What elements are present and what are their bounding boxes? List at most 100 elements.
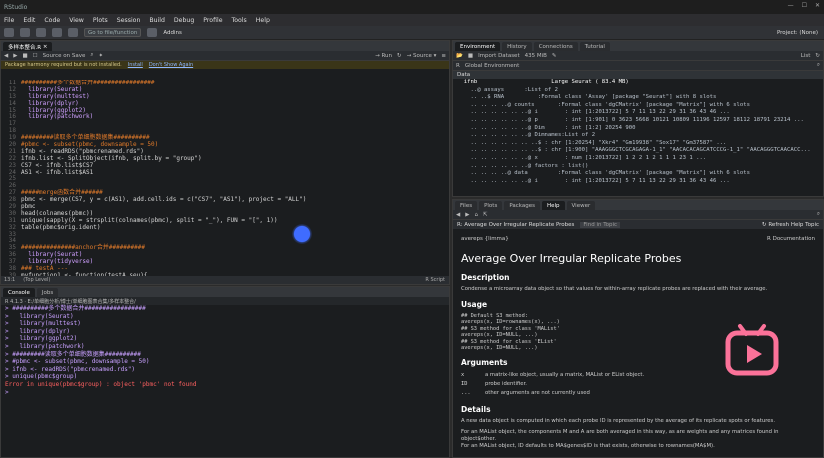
run-button[interactable]: → Run (375, 53, 392, 59)
help-search-input[interactable]: ⌕ (817, 211, 820, 218)
help-topic-select[interactable]: R: Average Over Irregular Replicate Prob… (457, 222, 574, 228)
code-line[interactable]: 16 library(patchwork) (1, 114, 449, 121)
help-toolbar: ◀ ▶ ⌂ ⇱ ⌕ (453, 210, 823, 220)
code-area[interactable]: 11 ##########多个数据合并################# 12 li… (1, 80, 449, 276)
help-details-2: For an MAList object, the components M a… (461, 429, 779, 443)
env-row[interactable]: ifnb Large Seurat ( 83.4 MB) (453, 79, 823, 87)
goto-file-input[interactable]: Go to file/function (84, 28, 142, 37)
tab-history[interactable]: History (502, 42, 532, 51)
dont-show-link[interactable]: Don't Show Again (149, 62, 193, 68)
help-home-icon[interactable]: ⌂ (474, 212, 478, 218)
refresh-env-icon[interactable]: ↻ (815, 53, 820, 59)
grid-icon[interactable] (147, 28, 158, 37)
menu-build[interactable]: Build (149, 17, 165, 24)
data-section-header: Data (453, 71, 823, 79)
new-file-icon[interactable] (4, 28, 14, 37)
help-forward-icon[interactable]: ▶ (465, 212, 469, 218)
help-description-heading: Description (461, 273, 510, 282)
minimize-icon[interactable]: — (788, 2, 794, 9)
save-script-icon[interactable]: ■ (22, 53, 27, 59)
addins-menu[interactable]: Addins (163, 30, 182, 36)
open-file-icon[interactable] (20, 28, 30, 37)
tab-plots[interactable]: Plots (479, 201, 503, 210)
mouse-cursor-highlight (292, 224, 312, 244)
outline-icon[interactable]: ≡ (441, 53, 446, 59)
tab-connections[interactable]: Connections (533, 42, 578, 51)
save-env-icon[interactable]: ■ (468, 53, 473, 59)
find-in-topic-input[interactable]: Find in Topic (580, 221, 621, 228)
close-tab-icon[interactable]: × (43, 44, 48, 50)
env-scope-select[interactable]: Global Environment (465, 63, 519, 69)
maximize-icon[interactable]: ☐ (802, 2, 807, 9)
env-row: .. .. .. .. .. ..@ Dim : int [1:2] 20254… (457, 124, 636, 131)
code-text: library(patchwork) (21, 113, 94, 121)
menu-file[interactable]: File (4, 17, 14, 24)
code-line[interactable]: 28 pbmc <- merge(CS7, y = c(AS1), add.cel… (1, 196, 449, 204)
print-icon[interactable] (68, 28, 78, 37)
code-line[interactable]: 25 (1, 176, 449, 183)
help-tabs: Files Plots Packages Help Viewer (453, 200, 823, 210)
env-search-input[interactable]: ⌕ (817, 62, 820, 69)
code-line[interactable]: 37 library(tidyverse) (1, 258, 449, 266)
code-line[interactable]: 33 (1, 231, 449, 239)
tab-environment[interactable]: Environment (455, 42, 501, 51)
menu-tools[interactable]: Tools (232, 17, 247, 24)
console-output[interactable]: > ##########多个数据合并################# > lib… (1, 305, 449, 396)
rerun-icon[interactable]: ↻ (397, 53, 402, 59)
source-button[interactable]: → Source ▾ (407, 53, 437, 59)
help-usage-heading: Usage (461, 300, 488, 309)
tab-packages[interactable]: Packages (504, 201, 540, 210)
scope-indicator[interactable]: (Top Level) (23, 277, 50, 283)
console-line: > #########读取多个单细胞数据集########## (5, 350, 141, 358)
tab-tutorial[interactable]: Tutorial (579, 42, 610, 51)
help-back-icon[interactable]: ◀ (456, 212, 460, 218)
menu-view[interactable]: View (69, 17, 84, 24)
tab-files[interactable]: Files (455, 201, 478, 210)
help-details-3: For an MAList object, ID defaults to MA$… (461, 443, 715, 450)
menu-profile[interactable]: Profile (203, 17, 222, 24)
tab-viewer[interactable]: Viewer (566, 201, 596, 210)
save-all-icon[interactable] (52, 28, 62, 37)
menu-plots[interactable]: Plots (93, 17, 108, 24)
tab-jobs[interactable]: Jobs (36, 288, 59, 297)
help-popout-icon[interactable]: ⇱ (483, 212, 488, 218)
console-line: > ##########多个数据合并################# (5, 305, 146, 312)
refresh-help-label: Refresh Help Topic (768, 221, 819, 228)
editor-statusbar: 13:1 (Top Level) R Script (1, 276, 449, 284)
back-arrow-icon[interactable]: ◀ (4, 53, 8, 59)
menu-code[interactable]: Code (44, 17, 60, 24)
menu-help[interactable]: Help (256, 17, 270, 24)
environment-pane: Environment History Connections Tutorial… (452, 40, 824, 197)
tab-help[interactable]: Help (541, 201, 565, 210)
list-view-toggle[interactable]: List (801, 53, 811, 59)
help-header-line: avereps {limma} R Documentation (461, 232, 815, 248)
menu-edit[interactable]: Edit (23, 17, 35, 24)
forward-arrow-icon[interactable]: ▶ (13, 53, 17, 59)
open-env-icon[interactable]: 📂 (456, 53, 463, 59)
menu-session[interactable]: Session (117, 17, 141, 24)
project-menu[interactable]: Project: (None) (777, 30, 818, 36)
code-line[interactable]: 32 table(pbmc$orig.ident) (1, 224, 449, 232)
env-row: .. .. .. .. .. ..@ x : num [1:2013722] 1… (457, 154, 707, 161)
tab-console[interactable]: Console (3, 288, 35, 297)
file-type[interactable]: R Script (425, 277, 445, 283)
source-on-save-checkbox[interactable]: ☐ (33, 53, 38, 59)
close-icon[interactable]: ✕ (815, 2, 820, 9)
menu-debug[interactable]: Debug (174, 17, 194, 24)
broom-icon[interactable]: ✎ (552, 53, 557, 59)
wand-icon[interactable]: ✦ (98, 53, 103, 59)
search-icon[interactable]: ⌕ (90, 52, 93, 59)
import-dataset-button[interactable]: Import Dataset (478, 53, 520, 59)
refresh-help-button[interactable]: ↻ Refresh Help Topic (762, 222, 823, 228)
source-on-save-label: Source on Save (42, 52, 86, 59)
console-line: > library(patchwork) (5, 342, 85, 350)
save-icon[interactable] (36, 28, 46, 37)
code-line[interactable]: 24 AS1 <- ifnb.list$AS1 (1, 169, 449, 177)
memory-usage[interactable]: 435 MiB (525, 53, 547, 59)
env-list[interactable]: ifnb Large Seurat ( 83.4 MB) ..@ assays … (453, 79, 823, 185)
warning-text: Package harmony required but is not inst… (5, 62, 122, 68)
install-link[interactable]: Install (128, 62, 143, 68)
tab-script[interactable]: 多样本整合.R × (3, 42, 53, 51)
tab-script-label: 多样本整合.R (8, 44, 42, 51)
code-line[interactable]: 17 (1, 120, 449, 128)
